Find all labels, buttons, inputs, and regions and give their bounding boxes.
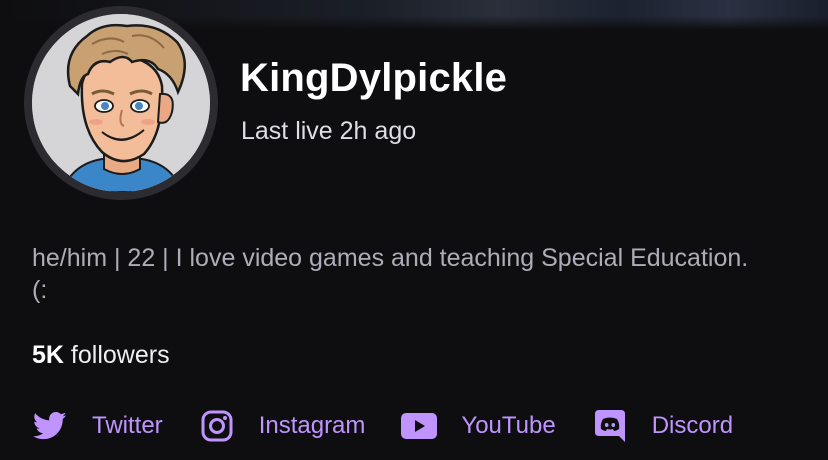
social-link-label: Discord: [651, 412, 734, 439]
follower-count-value: 5K: [32, 341, 64, 369]
discord-icon: [592, 408, 628, 444]
social-link-label: YouTube: [461, 412, 556, 439]
channel-name: KingDylpickle: [240, 56, 508, 100]
youtube-icon: [401, 408, 438, 444]
social-link-twitter[interactable]: Twitter: [32, 408, 163, 444]
twitter-icon: [32, 408, 68, 444]
avatar[interactable]: [24, 6, 218, 200]
instagram-icon: [199, 408, 235, 444]
social-link-label: Twitter: [92, 412, 163, 439]
social-link-youtube[interactable]: YouTube: [401, 408, 556, 444]
social-link-discord[interactable]: Discord: [592, 408, 733, 444]
follower-count: 5K followers: [32, 343, 170, 368]
last-live-status: Last live 2h ago: [241, 117, 417, 145]
avatar-image: [32, 14, 210, 192]
follower-count-label: followers: [70, 341, 170, 369]
social-link-instagram[interactable]: Instagram: [199, 408, 366, 444]
channel-bio: he/him | 22 | I love video games and tea…: [32, 244, 749, 304]
social-links: Twitter Instagram YouTube Discord: [32, 404, 733, 448]
social-link-label: Instagram: [258, 412, 366, 439]
